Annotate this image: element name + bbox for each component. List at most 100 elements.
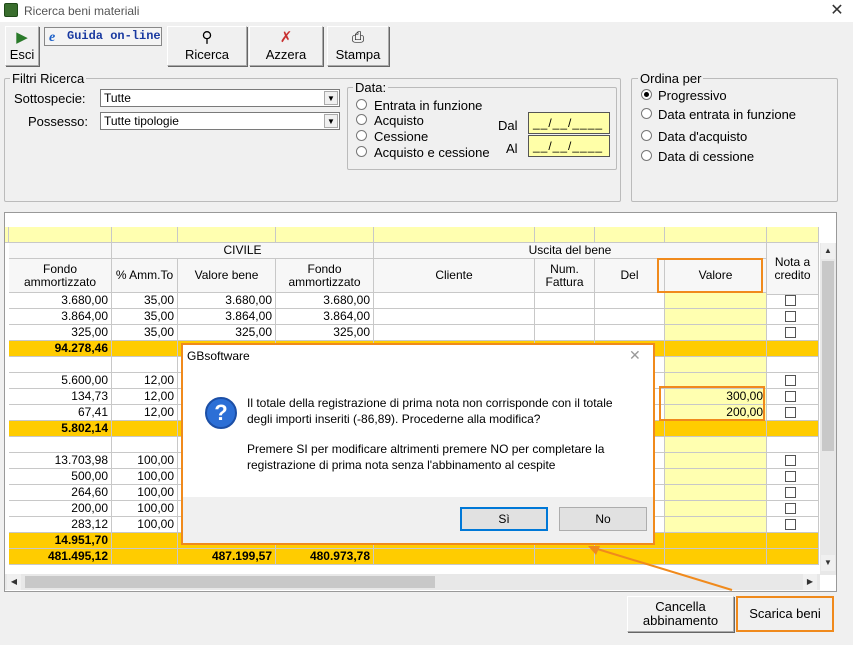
table-cell-amm[interactable] — [112, 357, 178, 373]
table-cell-nota[interactable] — [767, 357, 819, 373]
chevron-down-icon[interactable]: ▼ — [324, 114, 338, 128]
table-cell-amm[interactable]: 100,00 — [112, 469, 178, 485]
table-cell-amm[interactable] — [112, 421, 178, 437]
table-cell-amm[interactable]: 100,00 — [112, 501, 178, 517]
nota-credito-checkbox[interactable] — [785, 503, 796, 514]
table-cell-fondo[interactable]: 3.680,00 — [9, 293, 112, 309]
table-cell-valore[interactable] — [665, 517, 767, 533]
column-header-fondo2[interactable]: Fondo ammortizzato — [276, 259, 374, 293]
table-cell-valore[interactable] — [665, 357, 767, 373]
al-date-field[interactable]: __/__/____ — [528, 135, 610, 157]
radio-data-acquisto[interactable] — [641, 130, 652, 141]
yes-button[interactable]: Sì — [460, 507, 548, 531]
table-cell-valore[interactable] — [665, 309, 767, 325]
table-cell-fondo[interactable]: 134,73 — [9, 389, 112, 405]
table-cell-fondo[interactable]: 481.495,12 — [9, 549, 112, 565]
scroll-right-icon[interactable]: ▶ — [803, 574, 817, 590]
table-cell-fondo2[interactable]: 325,00 — [276, 325, 374, 341]
table-cell-amm[interactable]: 35,00 — [112, 309, 178, 325]
possesso-select[interactable]: Tutte tipologie ▼ — [100, 112, 340, 130]
table-cell-nota[interactable] — [767, 485, 819, 501]
sottospecie-select[interactable]: Tutte ▼ — [100, 89, 340, 107]
scroll-thumb[interactable] — [822, 261, 834, 451]
table-cell-nota[interactable] — [767, 421, 819, 437]
table-cell-fondo[interactable]: 94.278,46 — [9, 341, 112, 357]
nota-credito-checkbox[interactable] — [785, 295, 796, 306]
table-cell-fondo[interactable]: 67,41 — [9, 405, 112, 421]
table-cell-amm[interactable]: 35,00 — [112, 293, 178, 309]
close-icon[interactable]: ✕ — [826, 0, 848, 22]
column-header-num_fattura[interactable]: Num. Fattura — [535, 259, 595, 293]
table-cell-cliente[interactable] — [374, 549, 535, 565]
table-cell-valore_bene[interactable]: 3.864,00 — [178, 309, 276, 325]
table-cell-valore[interactable] — [665, 341, 767, 357]
table-cell-del[interactable] — [595, 309, 665, 325]
table-cell-amm[interactable] — [112, 549, 178, 565]
table-cell-nota[interactable] — [767, 341, 819, 357]
table-cell-nota[interactable] — [767, 309, 819, 325]
table-cell-amm[interactable]: 12,00 — [112, 373, 178, 389]
guida-online-button[interactable]: e Guida on-line — [44, 27, 162, 46]
table-cell-valore[interactable] — [665, 469, 767, 485]
table-cell-valore[interactable] — [665, 501, 767, 517]
table-cell-nota[interactable] — [767, 389, 819, 405]
cancella-abbinamento-button[interactable]: Cancella abbinamento — [627, 596, 734, 632]
dal-date-field[interactable]: __/__/____ — [528, 112, 610, 134]
table-cell-nota[interactable] — [767, 517, 819, 533]
nota-credito-checkbox[interactable] — [785, 327, 796, 338]
table-cell-num_fattura[interactable] — [535, 293, 595, 309]
table-cell-valore_bene[interactable]: 487.199,57 — [178, 549, 276, 565]
radio-progressivo[interactable] — [641, 89, 652, 100]
table-cell-amm[interactable]: 35,00 — [112, 325, 178, 341]
table-cell-fondo[interactable]: 264,60 — [9, 485, 112, 501]
azzera-button[interactable]: ✗ Azzera — [249, 26, 323, 66]
table-cell-fondo[interactable]: 13.703,98 — [9, 453, 112, 469]
table-cell-num_fattura[interactable] — [535, 309, 595, 325]
nota-credito-checkbox[interactable] — [785, 375, 796, 386]
nota-credito-checkbox[interactable] — [785, 311, 796, 322]
nota-credito-checkbox[interactable] — [785, 455, 796, 466]
scroll-up-icon[interactable]: ▲ — [821, 243, 835, 259]
table-cell-amm[interactable]: 100,00 — [112, 517, 178, 533]
table-cell-fondo[interactable] — [9, 437, 112, 453]
nota-credito-checkbox[interactable] — [785, 471, 796, 482]
radio-entrata[interactable] — [356, 99, 367, 110]
table-cell-valore[interactable] — [665, 325, 767, 341]
table-cell-nota[interactable] — [767, 501, 819, 517]
esci-button[interactable]: ▶ Esci — [5, 26, 39, 66]
column-header-cliente[interactable]: Cliente — [374, 259, 535, 293]
table-cell-fondo[interactable]: 3.864,00 — [9, 309, 112, 325]
table-cell-fondo[interactable] — [9, 357, 112, 373]
table-cell-fondo[interactable]: 200,00 — [9, 501, 112, 517]
radio-data-cessione[interactable] — [641, 150, 652, 161]
table-cell-valore[interactable] — [665, 421, 767, 437]
table-cell-valore[interactable] — [665, 437, 767, 453]
table-cell-amm[interactable]: 100,00 — [112, 453, 178, 469]
stampa-button[interactable]: ⎙ Stampa — [327, 26, 389, 66]
ricerca-button[interactable]: ⚲ Ricerca — [167, 26, 247, 66]
table-cell-nota[interactable] — [767, 293, 819, 309]
table-cell-valore[interactable] — [665, 293, 767, 309]
table-cell-fondo[interactable]: 14.951,70 — [9, 533, 112, 549]
table-cell-fondo2[interactable]: 3.864,00 — [276, 309, 374, 325]
table-cell-amm[interactable]: 12,00 — [112, 389, 178, 405]
table-cell-nota[interactable] — [767, 373, 819, 389]
table-cell-nota[interactable] — [767, 325, 819, 341]
table-cell-nota[interactable] — [767, 437, 819, 453]
table-cell-nota[interactable] — [767, 469, 819, 485]
table-cell-amm[interactable] — [112, 533, 178, 549]
table-cell-nota[interactable] — [767, 405, 819, 421]
chevron-down-icon[interactable]: ▼ — [324, 91, 338, 105]
radio-data-entrata[interactable] — [641, 108, 652, 119]
table-cell-amm[interactable] — [112, 437, 178, 453]
table-cell-del[interactable] — [595, 293, 665, 309]
nota-credito-checkbox[interactable] — [785, 391, 796, 402]
table-cell-amm[interactable]: 100,00 — [112, 485, 178, 501]
table-cell-fondo[interactable]: 5.600,00 — [9, 373, 112, 389]
table-cell-valore_bene[interactable]: 3.680,00 — [178, 293, 276, 309]
table-cell-nota[interactable] — [767, 453, 819, 469]
scarica-beni-button[interactable]: Scarica beni — [736, 596, 834, 632]
table-cell-nota[interactable] — [767, 549, 819, 565]
column-header-nota[interactable]: Nota a credito — [767, 243, 819, 295]
close-icon[interactable]: ✕ — [629, 347, 641, 364]
